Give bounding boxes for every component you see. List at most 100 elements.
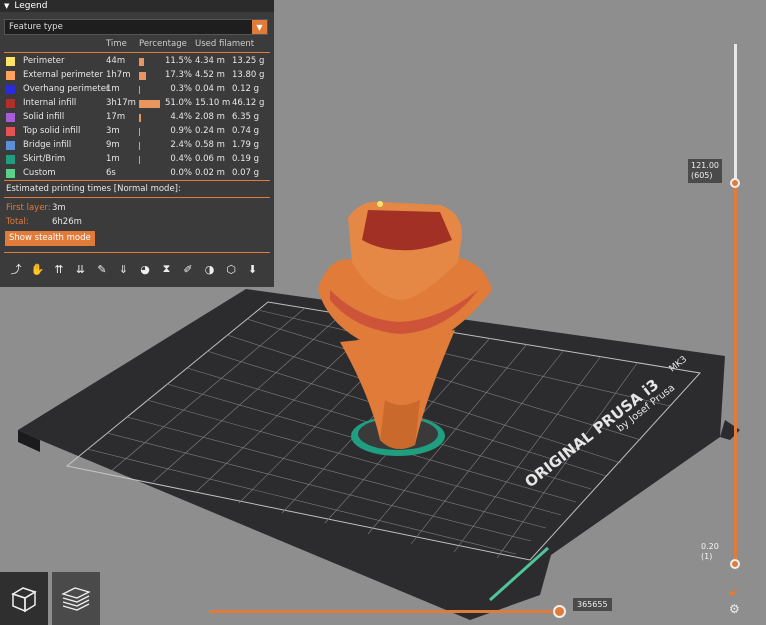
feature-weight: 46.12 g	[232, 98, 265, 108]
feature-row[interactable]: Custom 6s 0.0% 0.02 m 0.07 g	[0, 167, 274, 181]
divider	[4, 52, 270, 53]
moves-slider-label: 365655	[573, 598, 612, 611]
feature-length: 2.08 m	[195, 112, 225, 122]
color-changes-icon[interactable]: ◕	[137, 261, 153, 277]
feature-time: 6s	[106, 168, 116, 178]
feature-time: 17m	[106, 112, 126, 122]
3d-view-button[interactable]	[0, 572, 48, 625]
feature-percentage: 17.3%	[164, 70, 192, 80]
upper-layer-label: 121.00 (605)	[688, 159, 722, 183]
feature-time: 3m	[106, 126, 120, 136]
center-of-gravity-icon[interactable]: ◑	[202, 261, 218, 277]
feature-percentage: 0.9%	[170, 126, 192, 136]
feature-percentage: 0.3%	[170, 84, 192, 94]
feature-percentage-bar	[139, 72, 146, 80]
first-layer-value: 3m	[52, 203, 66, 213]
feature-length: 0.04 m	[195, 84, 225, 94]
legend-header[interactable]: ▼ Legend	[0, 0, 274, 12]
custom-gcode-icon[interactable]: ✐	[180, 261, 196, 277]
moves-slider-track[interactable]	[209, 610, 559, 613]
feature-length: 4.52 m	[195, 70, 225, 80]
feature-length: 15.10 m	[195, 98, 231, 108]
view-type-value: Feature type	[9, 22, 63, 32]
feature-name: Skirt/Brim	[23, 154, 66, 164]
feature-percentage-bar	[139, 142, 140, 150]
feature-name: External perimeter	[23, 70, 104, 80]
feature-time: 9m	[106, 140, 120, 150]
feature-row[interactable]: Overhang perimeter 1m 0.3% 0.04 m 0.12 g	[0, 83, 274, 97]
divider	[4, 180, 270, 181]
feature-row[interactable]: Bridge infill 9m 2.4% 0.58 m 1.79 g	[0, 139, 274, 153]
feature-percentage: 0.4%	[170, 154, 192, 164]
feature-color-swatch	[6, 85, 15, 94]
feature-length: 4.34 m	[195, 56, 225, 66]
feature-row[interactable]: Top solid infill 3m 0.9% 0.24 m 0.74 g	[0, 125, 274, 139]
feature-time: 1m	[106, 154, 120, 164]
wipe-icon[interactable]: ✋	[30, 261, 46, 277]
layers-stack-icon	[61, 586, 91, 611]
feature-color-swatch	[6, 113, 15, 122]
feature-color-swatch	[6, 155, 15, 164]
tool-changes-icon[interactable]: ⇓	[116, 261, 132, 277]
feature-percentage-bar	[139, 86, 140, 94]
view-type-combo[interactable]: Feature type ▼	[4, 19, 268, 35]
feature-name: Custom	[23, 168, 56, 178]
lock-icon[interactable]: 🔓︎	[729, 584, 737, 599]
layer-slider-lower-thumb[interactable]	[730, 559, 740, 569]
feature-color-swatch	[6, 57, 15, 66]
deretractions-icon[interactable]: ⇊	[73, 261, 89, 277]
feature-color-swatch	[6, 99, 15, 108]
divider	[4, 252, 270, 253]
settings-cog-icon[interactable]: ⚙	[729, 602, 740, 616]
feature-row[interactable]: Internal infill 3h17m 51.0% 15.10 m 46.12 g	[0, 97, 274, 111]
collapse-triangle-icon[interactable]: ▼	[4, 2, 9, 10]
col-header-time: Time	[106, 39, 127, 49]
legend-panel: ▼ Legend Feature type ▼ Time Percentage …	[0, 0, 274, 287]
feature-row[interactable]: Perimeter 44m 11.5% 4.34 m 13.25 g	[0, 55, 274, 69]
moves-slider-thumb[interactable]	[553, 605, 566, 618]
layers-view-button[interactable]	[52, 572, 100, 625]
estimated-times-label: Estimated printing times [Normal mode]:	[6, 184, 181, 194]
lower-layer-label: 0.20 (1)	[698, 540, 722, 564]
feature-weight: 13.80 g	[232, 70, 265, 80]
cube-icon	[11, 586, 37, 612]
pause-icon[interactable]: ⧗	[159, 261, 175, 277]
layer-slider-upper-thumb[interactable]	[730, 178, 740, 188]
feature-length: 0.06 m	[195, 154, 225, 164]
seams-icon[interactable]: ✎	[94, 261, 110, 277]
retractions-icon[interactable]: ⇈	[51, 261, 67, 277]
feature-weight: 0.12 g	[232, 84, 260, 94]
feature-percentage: 2.4%	[170, 140, 192, 150]
show-stealth-mode-button[interactable]: Show stealth mode	[5, 231, 95, 246]
col-header-filament: Used filament	[195, 39, 255, 49]
feature-color-swatch	[6, 141, 15, 150]
tool-marker-icon[interactable]: ⬇	[245, 261, 261, 277]
feature-weight: 13.25 g	[232, 56, 265, 66]
feature-name: Overhang perimeter	[23, 84, 110, 94]
feature-row[interactable]: Skirt/Brim 1m 0.4% 0.06 m 0.19 g	[0, 153, 274, 167]
feature-time: 44m	[106, 56, 126, 66]
chevron-down-icon[interactable]: ▼	[252, 20, 267, 34]
feature-percentage: 11.5%	[164, 56, 192, 66]
legend-title: Legend	[14, 1, 48, 11]
upper-layer-height: 121.00	[691, 161, 719, 170]
feature-weight: 1.79 g	[232, 140, 260, 150]
feature-row[interactable]: External perimeter 1h7m 17.3% 4.52 m 13.80 g	[0, 69, 274, 83]
feature-name: Solid infill	[23, 112, 65, 122]
lower-layer-number: (1)	[701, 552, 713, 561]
feature-percentage: 51.0%	[164, 98, 192, 108]
travel-icon[interactable]: ⤴	[8, 261, 24, 277]
feature-percentage-bar	[139, 156, 140, 164]
feature-percentage-bar	[139, 128, 140, 136]
feature-percentage-bar	[139, 100, 160, 108]
shells-icon[interactable]: ⬡	[223, 261, 239, 277]
feature-percentage-bar	[139, 58, 144, 66]
feature-length: 0.58 m	[195, 140, 225, 150]
feature-color-swatch	[6, 71, 15, 80]
feature-length: 0.24 m	[195, 126, 225, 136]
layer-slider-range	[734, 183, 737, 564]
feature-name: Top solid infill	[23, 126, 81, 136]
feature-row[interactable]: Solid infill 17m 4.4% 2.08 m 6.35 g	[0, 111, 274, 125]
lower-layer-height: 0.20	[701, 542, 719, 551]
feature-weight: 0.07 g	[232, 168, 260, 178]
